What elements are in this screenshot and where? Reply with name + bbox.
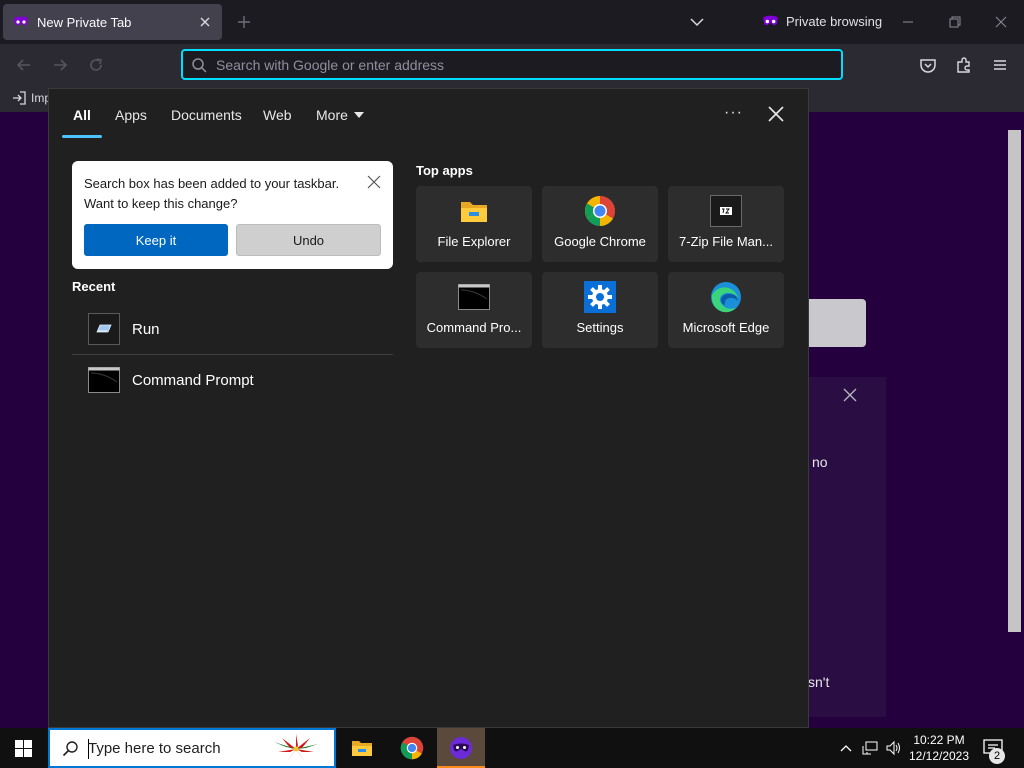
menu-hamburger-icon[interactable] xyxy=(990,55,1010,75)
clock-date: 12/12/2023 xyxy=(908,749,970,763)
poinsettia-icon xyxy=(274,734,318,763)
recent-item-run[interactable]: Run xyxy=(72,304,393,354)
chrome-icon xyxy=(584,196,616,227)
chevron-up-icon[interactable] xyxy=(838,740,854,756)
close-icon[interactable] xyxy=(767,105,785,123)
minimize-icon[interactable] xyxy=(898,12,918,32)
close-icon[interactable] xyxy=(843,388,857,402)
private-browsing-label: Private browsing xyxy=(786,14,883,29)
keep-it-button[interactable]: Keep it xyxy=(84,224,228,256)
more-options-button[interactable]: ··· xyxy=(724,104,748,124)
tab-apps[interactable]: Apps xyxy=(115,107,147,123)
firefox-private-icon xyxy=(450,737,472,759)
content-text-fragment: sn't xyxy=(808,674,830,690)
app-tile-settings[interactable]: Settings xyxy=(542,272,658,348)
tab-more[interactable]: More xyxy=(316,107,364,123)
app-tile-microsoft-edge[interactable]: Microsoft Edge xyxy=(668,272,784,348)
import-bookmarks-item[interactable]: Imp xyxy=(12,91,51,105)
taskbar-search-box[interactable]: Type here to search xyxy=(48,728,336,768)
browser-tab[interactable]: New Private Tab xyxy=(3,4,222,40)
private-browsing-indicator: Private browsing xyxy=(762,14,882,29)
recent-item-command-prompt[interactable]: Command Prompt xyxy=(72,355,393,405)
extensions-puzzle-icon[interactable] xyxy=(954,55,974,75)
windows-logo-icon xyxy=(15,740,32,757)
taskbar-google-chrome[interactable] xyxy=(388,728,436,768)
taskbar: Type here to search 10:22 PM 12/12/2023 … xyxy=(0,728,1024,768)
import-icon xyxy=(13,91,26,105)
app-tile-command-prompt[interactable]: Command Pro... xyxy=(416,272,532,348)
app-tile-label: Settings xyxy=(576,320,624,335)
app-tile-file-explorer[interactable]: File Explorer xyxy=(416,186,532,262)
system-clock[interactable]: 10:22 PM 12/12/2023 xyxy=(906,732,972,764)
new-tab-plus-icon[interactable] xyxy=(236,14,252,30)
top-apps-heading: Top apps xyxy=(416,163,473,178)
edge-icon xyxy=(711,282,741,313)
app-tile-label: Microsoft Edge xyxy=(682,320,770,335)
windows-search-panel: All Apps Documents Web More ··· Search b… xyxy=(48,88,809,728)
taskbar-search-tip-card: Search box has been added to your taskba… xyxy=(72,161,393,269)
content-info-panel xyxy=(808,377,886,717)
url-bar-placeholder: Search with Google or enter address xyxy=(216,56,445,73)
reload-icon[interactable] xyxy=(86,55,106,75)
private-mask-icon xyxy=(14,16,28,26)
start-button[interactable] xyxy=(0,728,48,768)
network-icon[interactable] xyxy=(862,740,878,756)
volume-icon[interactable] xyxy=(886,740,902,756)
app-tile-7zip[interactable]: 7-Zip File Man... xyxy=(668,186,784,262)
pocket-icon[interactable] xyxy=(918,55,938,75)
command-prompt-icon xyxy=(88,367,120,393)
app-tile-label: 7-Zip File Man... xyxy=(679,234,773,249)
caret-down-icon xyxy=(353,112,364,118)
settings-gear-icon xyxy=(584,281,616,313)
search-filter-tabs: All Apps Documents Web More ··· xyxy=(49,89,808,139)
taskbar-search-placeholder: Type here to search xyxy=(88,740,221,757)
taskbar-file-explorer[interactable] xyxy=(338,728,386,768)
tab-documents[interactable]: Documents xyxy=(171,107,242,123)
app-tile-google-chrome[interactable]: Google Chrome xyxy=(542,186,658,262)
tab-more-label: More xyxy=(316,107,348,123)
browser-tab-title: New Private Tab xyxy=(37,14,132,30)
restore-icon[interactable] xyxy=(945,12,965,32)
recent-item-label: Command Prompt xyxy=(132,371,254,389)
chevron-down-icon[interactable] xyxy=(689,14,705,30)
search-icon xyxy=(62,741,78,757)
private-mask-icon xyxy=(763,15,778,26)
content-search-box-fragment[interactable] xyxy=(808,299,866,347)
app-tile-label: Google Chrome xyxy=(554,234,646,249)
run-icon xyxy=(88,313,120,345)
close-window-icon[interactable] xyxy=(991,12,1011,32)
url-bar[interactable]: Search with Google or enter address xyxy=(181,49,843,80)
app-tile-label: Command Pro... xyxy=(426,320,522,335)
forward-arrow-icon[interactable] xyxy=(50,55,70,75)
taskbar-firefox-private[interactable] xyxy=(437,728,485,768)
command-prompt-icon xyxy=(458,284,490,310)
undo-button[interactable]: Undo xyxy=(236,224,381,256)
browser-tab-bar: New Private Tab Private browsing xyxy=(0,0,1024,44)
tab-all[interactable]: All xyxy=(73,107,91,123)
recent-heading: Recent xyxy=(72,279,116,294)
content-text-fragment: no xyxy=(812,454,828,470)
recent-item-label: Run xyxy=(132,320,160,338)
chrome-icon xyxy=(400,736,424,760)
tip-message: Search box has been added to your taskba… xyxy=(84,176,340,211)
scrollbar[interactable] xyxy=(1008,130,1021,632)
file-explorer-icon xyxy=(352,741,372,756)
app-tile-label: File Explorer xyxy=(437,234,511,249)
notification-count-badge: 2 xyxy=(989,748,1005,764)
file-explorer-icon xyxy=(461,202,487,222)
active-tab-indicator xyxy=(62,135,102,138)
7zip-icon xyxy=(710,195,742,227)
close-tab-icon[interactable] xyxy=(197,14,213,30)
tab-web[interactable]: Web xyxy=(263,107,292,123)
close-icon[interactable] xyxy=(367,175,381,189)
clock-time: 10:22 PM xyxy=(913,733,965,747)
back-arrow-icon[interactable] xyxy=(14,55,34,75)
search-icon xyxy=(192,57,207,73)
